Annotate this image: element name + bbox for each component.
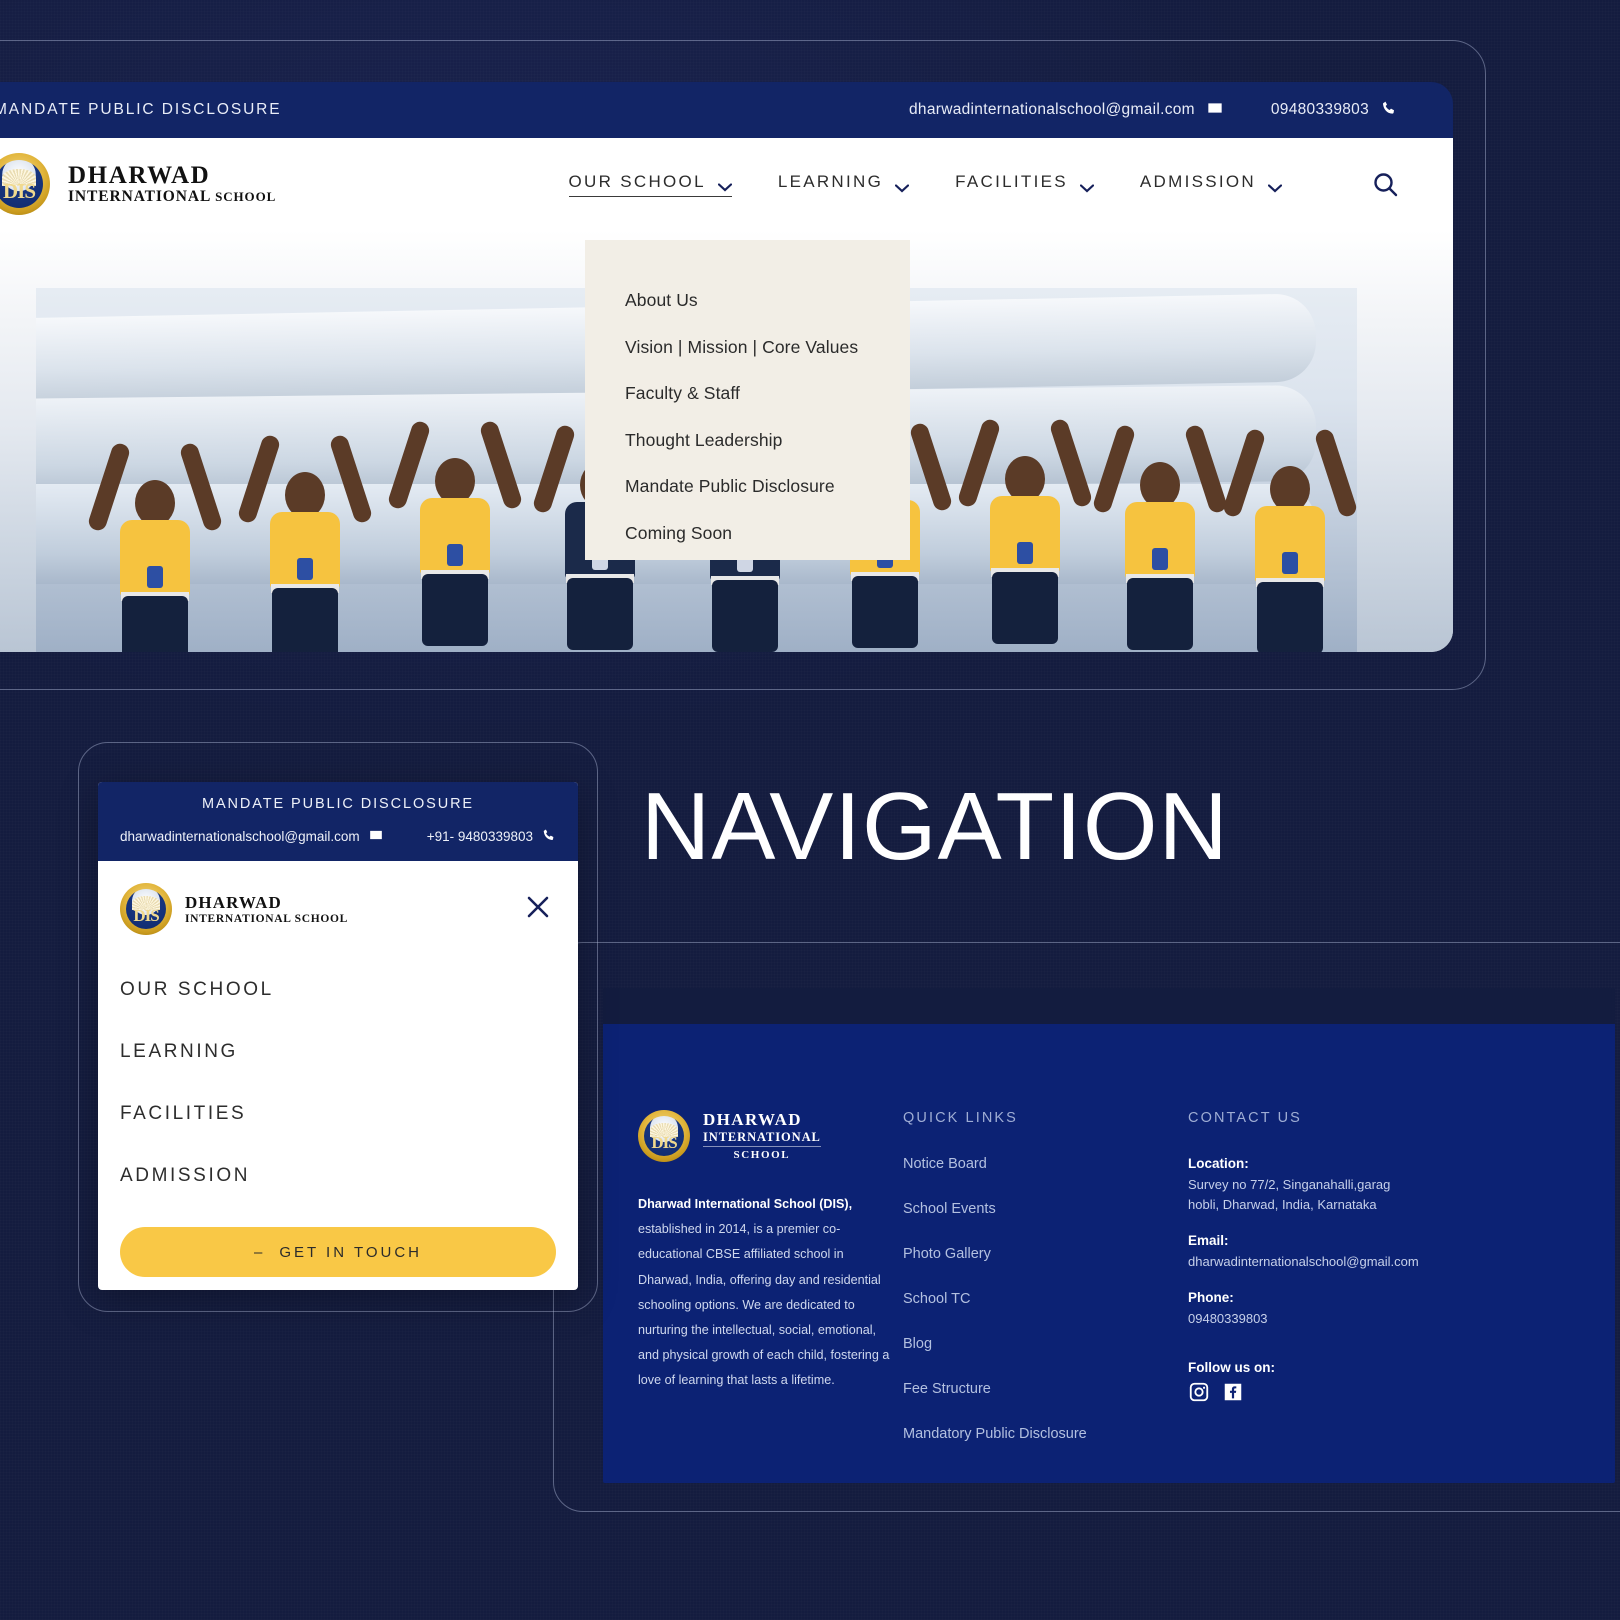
quick-links-heading: QUICK LINKS [903,1110,1018,1126]
footer-brand-logo[interactable]: DIS DHARWAD INTERNATIONAL SCHOOL [638,1110,903,1162]
footer-brand-line-3: SCHOOL [703,1145,821,1162]
quick-link-photo-gallery[interactable]: Photo Gallery [903,1246,1188,1262]
footer-about-column: DIS DHARWAD INTERNATIONAL SCHOOL Dharwad… [603,1110,903,1483]
footer-about-text: Dharwad International School (DIS), esta… [638,1192,896,1394]
instagram-icon[interactable] [1188,1381,1210,1408]
contact-phone-value[interactable]: 09480339803 [1188,1309,1580,1329]
desktop-navbar: DIS DHARWAD INTERNATIONAL SCHOOL OUR SCH… [0,138,1453,230]
section-title: NAVIGATION [641,773,1229,880]
mobile-nav-item-facilities[interactable]: FACILITIES [120,1103,578,1125]
footer-brand-line-1: DHARWAD [703,1110,802,1130]
utility-email-text: dharwadinternationalschool@gmail.com [909,101,1195,118]
quick-link-fee-structure[interactable]: Fee Structure [903,1381,1188,1397]
mobile-utility-phone-text: +91- 9480339803 [426,829,533,844]
phone-icon [542,828,556,845]
mobile-utility-phone[interactable]: +91- 9480339803 [427,828,556,845]
nav-item-admission-label: ADMISSION [1139,172,1256,191]
nav-item-our-school-label: OUR SCHOOL [568,171,706,191]
nav-item-learning-label: LEARNING [777,172,884,191]
close-icon[interactable] [524,893,552,926]
brand-line-2-main: INTERNATIONAL [68,188,211,206]
quick-link-school-tc[interactable]: School TC [903,1291,1188,1307]
mobile-utility-email-text: dharwadinternationalschool@gmail.com [120,829,360,844]
chevron-down-icon [1267,178,1283,192]
footer-contact-column: CONTACT US Location: Survey no 77/2, Sin… [1188,1110,1580,1483]
utility-email[interactable]: dharwadinternationalschool@gmail.com [909,100,1223,121]
cta-label: GET IN TOUCH [279,1243,423,1261]
contact-email-value[interactable]: dharwadinternationalschool@gmail.com [1188,1252,1580,1272]
contact-us-heading: CONTACT US [1188,1110,1302,1126]
utility-disclosure-link[interactable]: MANDATE PUBLIC DISCLOSURE [0,101,282,119]
quick-link-mandatory-public-disclosure[interactable]: Mandatory Public Disclosure [903,1426,1188,1442]
footer-about-body: established in 2014, is a premier co-edu… [638,1222,890,1388]
cta-dash: – [253,1243,266,1261]
phone-icon [1381,100,1397,121]
footer-mock: DIS DHARWAD INTERNATIONAL SCHOOL Dharwad… [603,988,1615,1483]
nav-item-admission[interactable]: ADMISSION [1139,172,1283,196]
mobile-utility-email[interactable]: dharwadinternationalschool@gmail.com [120,828,383,845]
brand-line-2-small: SCHOOL [215,189,277,205]
chevron-down-icon [1079,178,1094,192]
our-school-dropdown-menu: About Us Vision | Mission | Core Values … [585,240,910,560]
get-in-touch-button[interactable]: – GET IN TOUCH [120,1227,556,1277]
chevron-down-icon [717,177,732,192]
mail-icon [1207,100,1223,121]
desktop-nav-links: OUR SCHOOL LEARNING FACILITIES ADMISSION [568,171,1399,198]
follow-us-label: Follow us on: [1188,1359,1275,1375]
footer-top-strip [603,988,1615,1024]
contact-email-label: Email: [1188,1233,1229,1249]
mobile-brand-logo[interactable]: DIS DHARWAD INTERNATIONAL SCHOOL [120,883,348,935]
mail-icon [369,828,383,845]
quick-link-school-events[interactable]: School Events [903,1201,1188,1217]
dropdown-item-coming-soon[interactable]: Coming Soon [625,523,910,544]
nav-item-learning[interactable]: LEARNING [777,172,910,196]
chevron-down-icon [895,178,910,192]
contact-phone-label: Phone: [1188,1290,1234,1306]
school-crest-icon: DIS [0,153,50,215]
brand-line-1: DHARWAD [68,161,211,189]
dropdown-item-vision-mission-core-values[interactable]: Vision | Mission | Core Values [625,337,910,358]
nav-item-facilities-label: FACILITIES [955,172,1068,191]
footer-quick-links-column: QUICK LINKS Notice Board School Events P… [903,1110,1188,1483]
mobile-brand-line-1: DHARWAD [185,893,282,912]
footer-brand-line-2: INTERNATIONAL [703,1130,821,1145]
school-crest-icon: DIS [638,1110,690,1162]
desktop-utility-bar: MANDATE PUBLIC DISCLOSURE dharwadinterna… [0,82,1453,138]
mobile-nav-item-learning[interactable]: LEARNING [120,1041,578,1063]
mobile-nav-item-our-school[interactable]: OUR SCHOOL [120,979,578,1001]
footer-about-bold: Dharwad International School (DIS), [638,1197,853,1211]
nav-item-facilities[interactable]: FACILITIES [955,172,1094,196]
page-canvas: MANDATE PUBLIC DISCLOSURE dharwadinterna… [0,0,1620,1620]
dropdown-item-about-us[interactable]: About Us [625,290,910,311]
mobile-utility-disclosure-link[interactable]: MANDATE PUBLIC DISCLOSURE [98,796,578,812]
utility-phone-text: 09480339803 [1270,101,1369,118]
dropdown-item-faculty-staff[interactable]: Faculty & Staff [625,383,910,404]
facebook-icon[interactable] [1222,1381,1244,1408]
contact-location-value: Survey no 77/2, Singanahalli,garag hobli… [1188,1177,1391,1213]
contact-location-label: Location: [1188,1156,1249,1171]
nav-item-our-school[interactable]: OUR SCHOOL [568,171,732,197]
quick-link-notice-board[interactable]: Notice Board [903,1156,1188,1172]
mobile-header: DIS DHARWAD INTERNATIONAL SCHOOL [98,861,578,953]
search-icon[interactable] [1372,171,1399,198]
utility-phone[interactable]: 09480339803 [1271,100,1397,121]
mobile-nav-item-admission[interactable]: ADMISSION [120,1165,578,1187]
desktop-header-mock: MANDATE PUBLIC DISCLOSURE dharwadinterna… [0,82,1453,652]
brand-logo[interactable]: DIS DHARWAD INTERNATIONAL SCHOOL [0,153,276,215]
dropdown-item-thought-leadership[interactable]: Thought Leadership [625,430,910,451]
quick-link-blog[interactable]: Blog [903,1336,1188,1352]
mobile-utility-bar: MANDATE PUBLIC DISCLOSURE dharwadinterna… [98,782,578,861]
mobile-nav-links: OUR SCHOOL LEARNING FACILITIES ADMISSION [98,953,578,1187]
brand-line-2: INTERNATIONAL SCHOOL [68,188,277,206]
mobile-menu-mock: MANDATE PUBLIC DISCLOSURE dharwadinterna… [98,782,578,1290]
school-crest-icon: DIS [120,883,172,935]
dropdown-item-mandate-public-disclosure[interactable]: Mandate Public Disclosure [625,476,910,497]
mobile-brand-line-2: INTERNATIONAL SCHOOL [185,913,349,925]
